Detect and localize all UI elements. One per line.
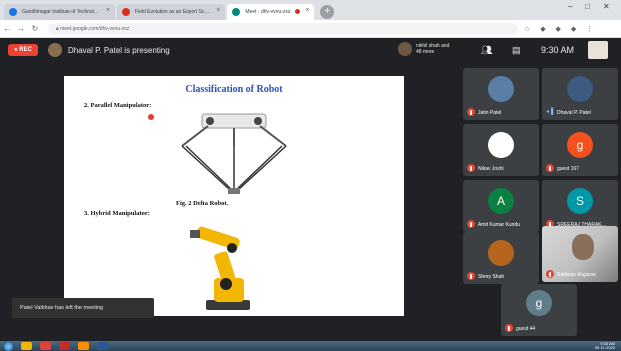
participants-joined: nikhil shah and 48 more <box>398 42 450 56</box>
close-tab-icon[interactable]: × <box>305 7 309 14</box>
figure-caption: Fig. 2 Delta Robot. <box>176 200 229 207</box>
joined-avatar <box>398 42 412 56</box>
participant-letter-avatar: g <box>526 290 552 316</box>
participant-tile[interactable]: Shrey Shah <box>463 232 539 284</box>
participant-photo <box>567 76 593 102</box>
site-favicon-icon <box>9 8 17 16</box>
screen: Gandhinagar Institute of Technol… × Fiel… <box>0 0 621 351</box>
vlc-taskbar-icon[interactable] <box>78 342 89 350</box>
left-meeting-toast: Patel Vaibhav has left the meeting <box>12 298 154 318</box>
gmail-favicon-icon <box>121 8 130 16</box>
meeting-clock: 9:30 AM <box>541 45 575 55</box>
extensions-icon[interactable]: ☆ ◆ ◆ ◆ ⋮ <box>524 25 597 33</box>
new-tab-button[interactable]: + <box>320 5 335 19</box>
people-icon[interactable]: 👥︎ <box>481 45 492 56</box>
presenting-text: Dhaval P. Patel is presenting <box>67 45 170 55</box>
participant-tile[interactable]: Jatin Patel <box>463 68 539 120</box>
mic-off-icon <box>505 324 513 332</box>
windows-taskbar: 9:30 AM 09-11-2020 <box>0 341 621 351</box>
start-button[interactable] <box>4 341 13 351</box>
participant-photo <box>488 132 514 158</box>
participant-tile[interactable]: A Amit Kumar Kundu <box>463 180 539 232</box>
reload-icon[interactable]: ↻ <box>28 24 42 33</box>
recording-dot-icon <box>295 9 301 14</box>
participant-tile[interactable]: g guest 167 <box>542 124 618 176</box>
address-bar-row: ← → ↻ 🔒︎ meet.google.com/dhv-vvnu-zsz ☆ … <box>0 20 621 38</box>
browser-tab-label: Meet - dhv-vvnu-zsz <box>245 9 291 15</box>
chat-icon[interactable]: ▤ <box>512 45 521 56</box>
participant-name: guest 44 <box>516 326 536 332</box>
participant-video-tile[interactable]: Sarfaraz Mujawar <box>542 226 618 282</box>
chrome-alt-taskbar-icon[interactable] <box>40 342 51 350</box>
meet-favicon-icon <box>232 8 241 16</box>
browser-tab-label: Gandhinagar Institute of Technol… <box>22 9 99 15</box>
mic-off-icon <box>467 108 475 116</box>
participant-name: Nikav Joshi <box>478 166 504 172</box>
participant-tile[interactable]: Nikav Joshi <box>463 124 539 176</box>
taskbar-date: 09-11-2020 <box>594 345 615 350</box>
browser-tab-1[interactable]: Gandhinagar Institute of Technol… × <box>4 4 115 20</box>
close-tab-icon[interactable]: × <box>106 7 110 14</box>
participant-name: Dhaval P. Patel <box>557 110 591 116</box>
close-window-icon[interactable]: ✕ <box>603 2 610 11</box>
participant-tile[interactable]: ◂▐ Dhaval P. Patel <box>542 68 618 120</box>
chrome-taskbar-icon[interactable] <box>21 342 32 350</box>
participant-grid: Jatin Patel ◂▐ Dhaval P. Patel Nikav Jos… <box>461 62 621 341</box>
delta-robot-image <box>181 113 287 194</box>
mic-off-icon <box>467 272 475 280</box>
meet-top-bar: ● REC Dhaval P. Patel is presenting nikh… <box>0 38 621 62</box>
participant-name: guest 167 <box>557 166 579 172</box>
forward-icon[interactable]: → <box>14 24 28 33</box>
participant-tile[interactable]: S SREERAJ THARAK… <box>542 180 618 232</box>
participant-name: Amit Kumar Kundu <box>478 222 520 228</box>
browser-tab-3[interactable]: Meet - dhv-vvnu-zsz × <box>227 4 315 20</box>
presentation-stage: Classification of Robot 2. Parallel Mani… <box>0 62 461 328</box>
laser-pointer <box>148 114 154 120</box>
mic-off-icon <box>546 164 554 172</box>
recording-badge: ● REC <box>8 44 38 56</box>
url-field[interactable]: 🔒︎ meet.google.com/dhv-vvnu-zsz <box>48 22 518 35</box>
participant-letter-avatar: g <box>567 132 593 158</box>
mic-off-icon <box>467 164 475 172</box>
self-view-thumbnail[interactable] <box>588 41 608 59</box>
participant-letter-avatar: A <box>488 188 514 214</box>
presenter-avatar <box>47 43 62 57</box>
url-text: meet.google.com/dhv-vvnu-zsz <box>60 25 130 32</box>
system-tray-clock[interactable]: 9:30 AM 09-11-2020 <box>595 342 615 350</box>
close-tab-icon[interactable]: × <box>216 7 220 14</box>
minimize-icon[interactable]: – <box>568 2 572 11</box>
participant-tile[interactable]: g guest 44 <box>501 284 577 336</box>
joined-text: nikhil shah and 48 more <box>416 43 450 55</box>
slide-section-hybrid: 3. Hybrid Manipulator: <box>84 210 150 217</box>
slide-section-parallel: 2. Parallel Manipulator: <box>84 102 152 109</box>
participant-name: Sarfaraz Mujawar <box>557 272 597 278</box>
maximize-icon[interactable]: □ <box>585 2 590 11</box>
hybrid-robot-image <box>190 226 250 310</box>
shared-slide: Classification of Robot 2. Parallel Mani… <box>64 76 404 316</box>
pdf-taskbar-icon[interactable] <box>59 342 70 350</box>
participant-photo <box>488 240 514 266</box>
back-icon[interactable]: ← <box>0 24 14 33</box>
participant-letter-avatar: S <box>567 188 593 214</box>
speaking-indicator-icon: ◂▐ <box>546 109 554 115</box>
participant-photo <box>488 76 514 102</box>
participant-name: Jatin Patel <box>478 110 502 116</box>
mic-off-icon <box>546 270 554 278</box>
camera-feed-person <box>572 234 594 260</box>
browser-tab-2[interactable]: Field Evolution as an Expert Sc… × <box>116 4 226 20</box>
word-taskbar-icon[interactable] <box>97 342 108 350</box>
slide-title: Classification of Robot <box>185 84 283 95</box>
participant-name: Shrey Shah <box>478 274 505 280</box>
browser-tab-label: Field Evolution as an Expert Sc… <box>134 9 210 15</box>
browser-tab-strip: Gandhinagar Institute of Technol… × Fiel… <box>0 0 621 20</box>
mic-off-icon <box>467 220 475 228</box>
